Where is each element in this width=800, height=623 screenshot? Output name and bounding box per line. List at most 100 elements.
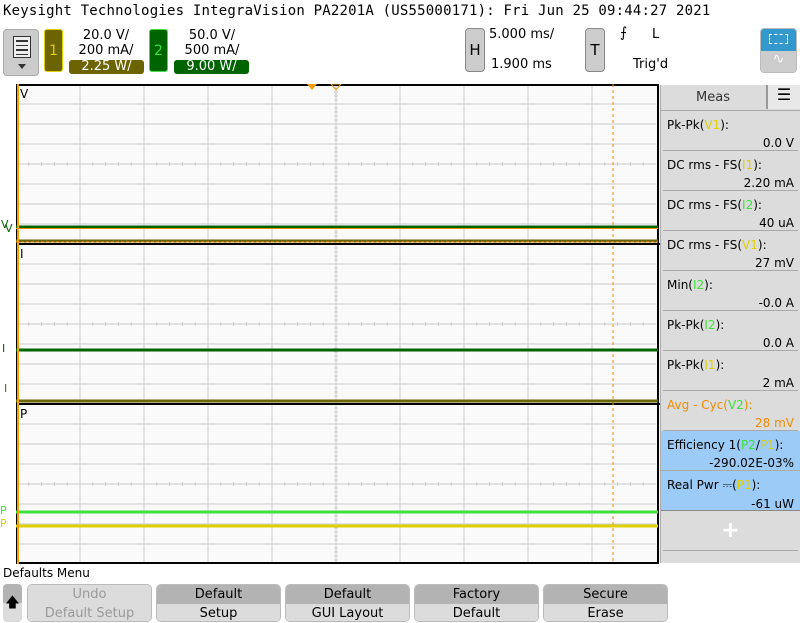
- menu-icon: [13, 36, 31, 58]
- i-ground-marker-ch2[interactable]: I: [2, 342, 5, 355]
- meas-header: Meas ☰: [661, 85, 800, 111]
- meas-value: -290.02E-03%: [709, 456, 794, 470]
- meas-source: P2: [740, 438, 756, 452]
- meas-label: Min(: [667, 278, 693, 292]
- softkey-4[interactable]: Factory Default: [414, 584, 539, 622]
- meas-value: 28 mV: [755, 416, 794, 430]
- meas-value: 2.20 mA: [743, 176, 794, 190]
- meas-value: 40 uA: [759, 216, 794, 230]
- meas-label-end: ):: [743, 398, 753, 412]
- meas-label: DC rms - FS(: [667, 158, 743, 172]
- meas-value: 0.0 V: [762, 136, 794, 150]
- pane-label-v: V: [20, 87, 29, 101]
- dropdown-arrow-icon: [18, 64, 26, 73]
- meas-item[interactable]: Avg - Cyc(V2): 28 mV: [663, 391, 798, 431]
- meas-label-end: ):: [715, 358, 725, 372]
- waveform-display[interactable]: V I P: [16, 84, 660, 564]
- meas-label: Pk-Pk(: [667, 118, 705, 132]
- channel-1-volts: 20.0 V/: [82, 28, 130, 43]
- measurements-panel: Meas ☰ Pk-Pk(V1): 0.0 V DC rms - FS(I1):…: [660, 85, 800, 563]
- trigger-level: L: [652, 27, 660, 42]
- meas-item[interactable]: Min(I2): -0.0 A: [663, 271, 798, 311]
- meas-label: Real Pwr: [667, 478, 723, 492]
- zone-select-icon[interactable]: [761, 29, 796, 51]
- channel-2-power[interactable]: 9.00 W/: [174, 60, 249, 74]
- meas-efficiency[interactable]: Efficiency 1(P2/P1): -290.02E-03%: [661, 431, 800, 471]
- i-ground-marker-ch1[interactable]: I: [4, 382, 7, 395]
- softkey-2[interactable]: Default Setup: [156, 584, 281, 622]
- touch-mode-toggle[interactable]: ∿: [760, 28, 797, 73]
- meas-item[interactable]: Pk-Pk(V1): 0.0 V: [663, 111, 798, 151]
- softkey-label-top: Default: [286, 585, 409, 604]
- main-menu-button[interactable]: [3, 29, 39, 76]
- channel-1-button[interactable]: 1: [44, 29, 63, 72]
- trigger-status: Trig'd: [633, 57, 669, 72]
- softkey-label-bottom: Default Setup: [28, 604, 151, 621]
- meas-source: I2: [692, 278, 705, 292]
- meas-label-end: ):: [753, 198, 762, 212]
- softkey-menu-title: Defaults Menu: [3, 566, 90, 580]
- meas-label-end: ):: [757, 238, 767, 252]
- pane-label-p: P: [20, 407, 27, 421]
- meas-label-end: ):: [753, 158, 762, 172]
- softkey-label-bottom: Setup: [157, 604, 280, 621]
- meas-source: P1: [736, 478, 752, 492]
- softkey-label-top: Default: [157, 585, 280, 604]
- horizontal-delay[interactable]: 1.900 ms: [491, 57, 552, 72]
- softkey-label-top: Factory: [415, 585, 538, 604]
- softkey-5[interactable]: Secure Erase: [543, 584, 668, 622]
- meas-title[interactable]: Meas: [661, 90, 765, 105]
- channel-2-scale[interactable]: 50.0 V/ 500 mA/: [174, 28, 250, 58]
- trigger-button[interactable]: T: [585, 28, 605, 72]
- softkey-label-top: Undo: [28, 585, 151, 604]
- meas-menu-icon[interactable]: ☰: [766, 85, 800, 109]
- meas-label-end: ):: [704, 278, 713, 292]
- horizontal-scale[interactable]: 5.000 ms/: [489, 27, 554, 42]
- meas-item[interactable]: DC rms - FS(I1): 2.20 mA: [663, 151, 798, 191]
- softkey-label-bottom: Erase: [544, 604, 667, 621]
- meas-source: I1: [704, 358, 716, 372]
- window-title: Keysight Technologies IntegraVision PA22…: [3, 3, 711, 19]
- v-ground-marker-ch1[interactable]: V: [5, 222, 13, 235]
- meas-source: V2: [727, 398, 744, 412]
- p-ground-marker-ch2[interactable]: P: [0, 504, 7, 517]
- meas-label-end: ):: [774, 438, 784, 452]
- dc-coupling-icon: ⎓: [722, 478, 733, 492]
- softkey-label-bottom: GUI Layout: [286, 604, 409, 621]
- meas-source: V1: [704, 118, 721, 132]
- horizontal-button[interactable]: H: [465, 28, 485, 72]
- softkey-label-top: Secure: [544, 585, 667, 604]
- meas-item[interactable]: DC rms - FS(I2): 40 uA: [663, 191, 798, 231]
- meas-value: 0.0 A: [762, 336, 794, 350]
- meas-value: 27 mV: [755, 256, 794, 270]
- meas-label: DC rms - FS(: [667, 198, 743, 212]
- meas-label-end: ):: [720, 118, 729, 132]
- meas-label: Avg - Cyc(: [667, 398, 728, 412]
- softkey-label-bottom: Default: [415, 604, 538, 621]
- meas-source: V1: [742, 238, 758, 252]
- meas-value: -61 uW: [751, 497, 794, 511]
- channel-1-amps: 200 mA/: [78, 43, 134, 58]
- channel-1-scale[interactable]: 20.0 V/ 200 mA/: [68, 28, 144, 58]
- waveform-drag-icon[interactable]: ∿: [761, 51, 796, 72]
- channel-2-button[interactable]: 2: [149, 29, 168, 72]
- meas-item[interactable]: Pk-Pk(I2): 0.0 A: [663, 311, 798, 351]
- meas-value: 2 mA: [762, 376, 794, 390]
- meas-label-end: ):: [715, 318, 725, 332]
- channel-2-amps: 500 mA/: [184, 43, 240, 58]
- meas-label: Pk-Pk(: [667, 358, 705, 372]
- meas-source: I2: [742, 198, 754, 212]
- meas-source: I1: [742, 158, 754, 172]
- add-measurement-button[interactable]: +: [663, 511, 798, 551]
- p-ground-marker-ch1[interactable]: P: [0, 517, 7, 530]
- channel-1-power[interactable]: 2.25 W/: [69, 60, 144, 74]
- menu-back-up-icon[interactable]: 🡅: [3, 584, 22, 622]
- softkey-3[interactable]: Default GUI Layout: [285, 584, 410, 622]
- softkey-1[interactable]: Undo Default Setup: [27, 584, 152, 622]
- meas-source: P1: [759, 438, 775, 452]
- meas-label: Efficiency 1(: [667, 438, 741, 452]
- meas-item[interactable]: Pk-Pk(I1): 2 mA: [663, 351, 798, 391]
- meas-real-power[interactable]: Real Pwr ⎓(P1): -61 uW: [661, 471, 800, 511]
- meas-value: -0.0 A: [758, 296, 794, 310]
- meas-item[interactable]: DC rms - FS(V1): 27 mV: [663, 231, 798, 271]
